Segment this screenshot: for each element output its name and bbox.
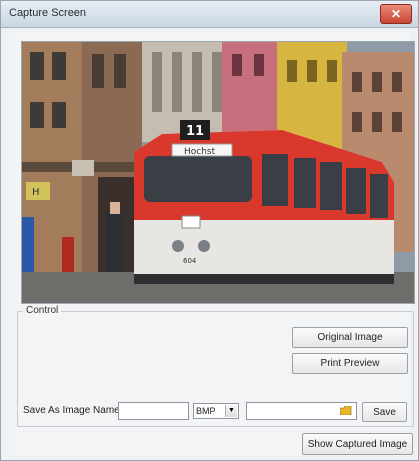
folder-icon[interactable] <box>340 406 352 415</box>
format-select[interactable]: BMP ▼ <box>193 403 239 419</box>
tram-number: 11 <box>186 124 204 139</box>
tram-plate: 604 <box>183 257 197 265</box>
chevron-down-icon[interactable]: ▼ <box>225 405 237 417</box>
close-button[interactable]: ✕ <box>380 4 412 24</box>
tram-destination: Hochst <box>184 147 216 157</box>
original-image-button[interactable]: Original Image <box>292 327 408 348</box>
capture-screen-window: Capture Screen ✕ H Hochst 11 604 Control… <box>0 0 419 461</box>
save-as-label: Save As Image Name : <box>23 405 126 416</box>
control-group-label: Control <box>23 305 62 316</box>
svg-text:H: H <box>32 187 40 198</box>
tram-photo: H Hochst 11 604 <box>22 42 414 303</box>
show-captured-image-button[interactable]: Show Captured Image <box>302 433 413 455</box>
window-title: Capture Screen <box>9 7 87 19</box>
captured-image-preview: H Hochst 11 604 <box>21 41 415 304</box>
title-bar: Capture Screen ✕ <box>1 1 418 28</box>
format-select-value: BMP <box>196 406 216 416</box>
save-button[interactable]: Save <box>362 402 407 422</box>
image-name-input[interactable] <box>118 402 189 420</box>
print-preview-button[interactable]: Print Preview <box>292 353 408 374</box>
